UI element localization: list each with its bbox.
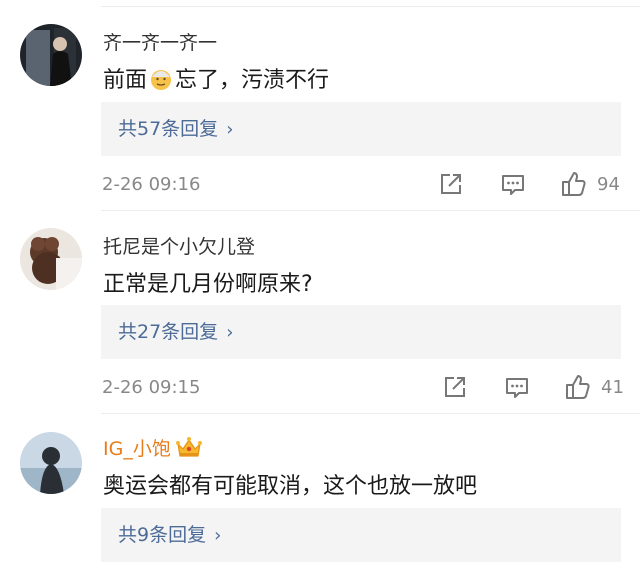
avatar[interactable] xyxy=(20,432,82,494)
reply-count-label: 共9条回复 xyxy=(118,524,207,546)
comment-divider xyxy=(101,210,640,211)
comment-meta-row: 2-26 09:16 94 xyxy=(101,170,621,200)
comment-icon[interactable] xyxy=(503,373,531,401)
reply-count-label: 共27条回复 xyxy=(118,321,219,343)
view-replies-button[interactable]: 共9条回复 › xyxy=(101,508,621,562)
like-count: 41 xyxy=(601,377,624,398)
comment-text: 正常是几月份啊原来? xyxy=(103,272,313,297)
username[interactable]: IG_小饱 xyxy=(103,434,203,461)
username[interactable]: 齐一齐一齐一 xyxy=(103,28,217,55)
timestamp: 2-26 09:15 xyxy=(102,377,201,398)
like-count: 94 xyxy=(597,174,620,195)
comment-meta-row: 2-26 09:15 41 xyxy=(101,373,624,403)
comment-text-part: 忘了，污渍不行 xyxy=(175,68,330,93)
comment-icon[interactable] xyxy=(499,170,527,198)
reply-count-label: 共57条回复 xyxy=(118,118,219,140)
top-divider xyxy=(101,6,640,7)
crown-icon xyxy=(175,436,203,460)
old-man-emoji-icon xyxy=(149,67,173,91)
chevron-right-icon: › xyxy=(226,119,234,140)
like-icon[interactable] xyxy=(560,170,588,198)
comment-text-part: 前面 xyxy=(103,68,148,93)
timestamp: 2-26 09:16 xyxy=(102,174,201,195)
chevron-right-icon: › xyxy=(214,525,222,546)
share-icon[interactable] xyxy=(441,373,469,401)
username-text: IG_小饱 xyxy=(103,438,171,460)
view-replies-button[interactable]: 共27条回复 › xyxy=(101,305,621,359)
share-icon[interactable] xyxy=(437,170,465,198)
username[interactable]: 托尼是个小欠儿登 xyxy=(103,232,255,259)
view-replies-button[interactable]: 共57条回复 › xyxy=(101,102,621,156)
comment-divider xyxy=(101,413,640,414)
comment-text: 奥运会都有可能取消，这个也放一放吧 xyxy=(103,474,478,499)
avatar[interactable] xyxy=(20,24,82,86)
avatar[interactable] xyxy=(20,228,82,290)
chevron-right-icon: › xyxy=(226,322,234,343)
comment-text: 前面 忘了，污渍不行 xyxy=(103,62,329,94)
like-icon[interactable] xyxy=(564,373,592,401)
